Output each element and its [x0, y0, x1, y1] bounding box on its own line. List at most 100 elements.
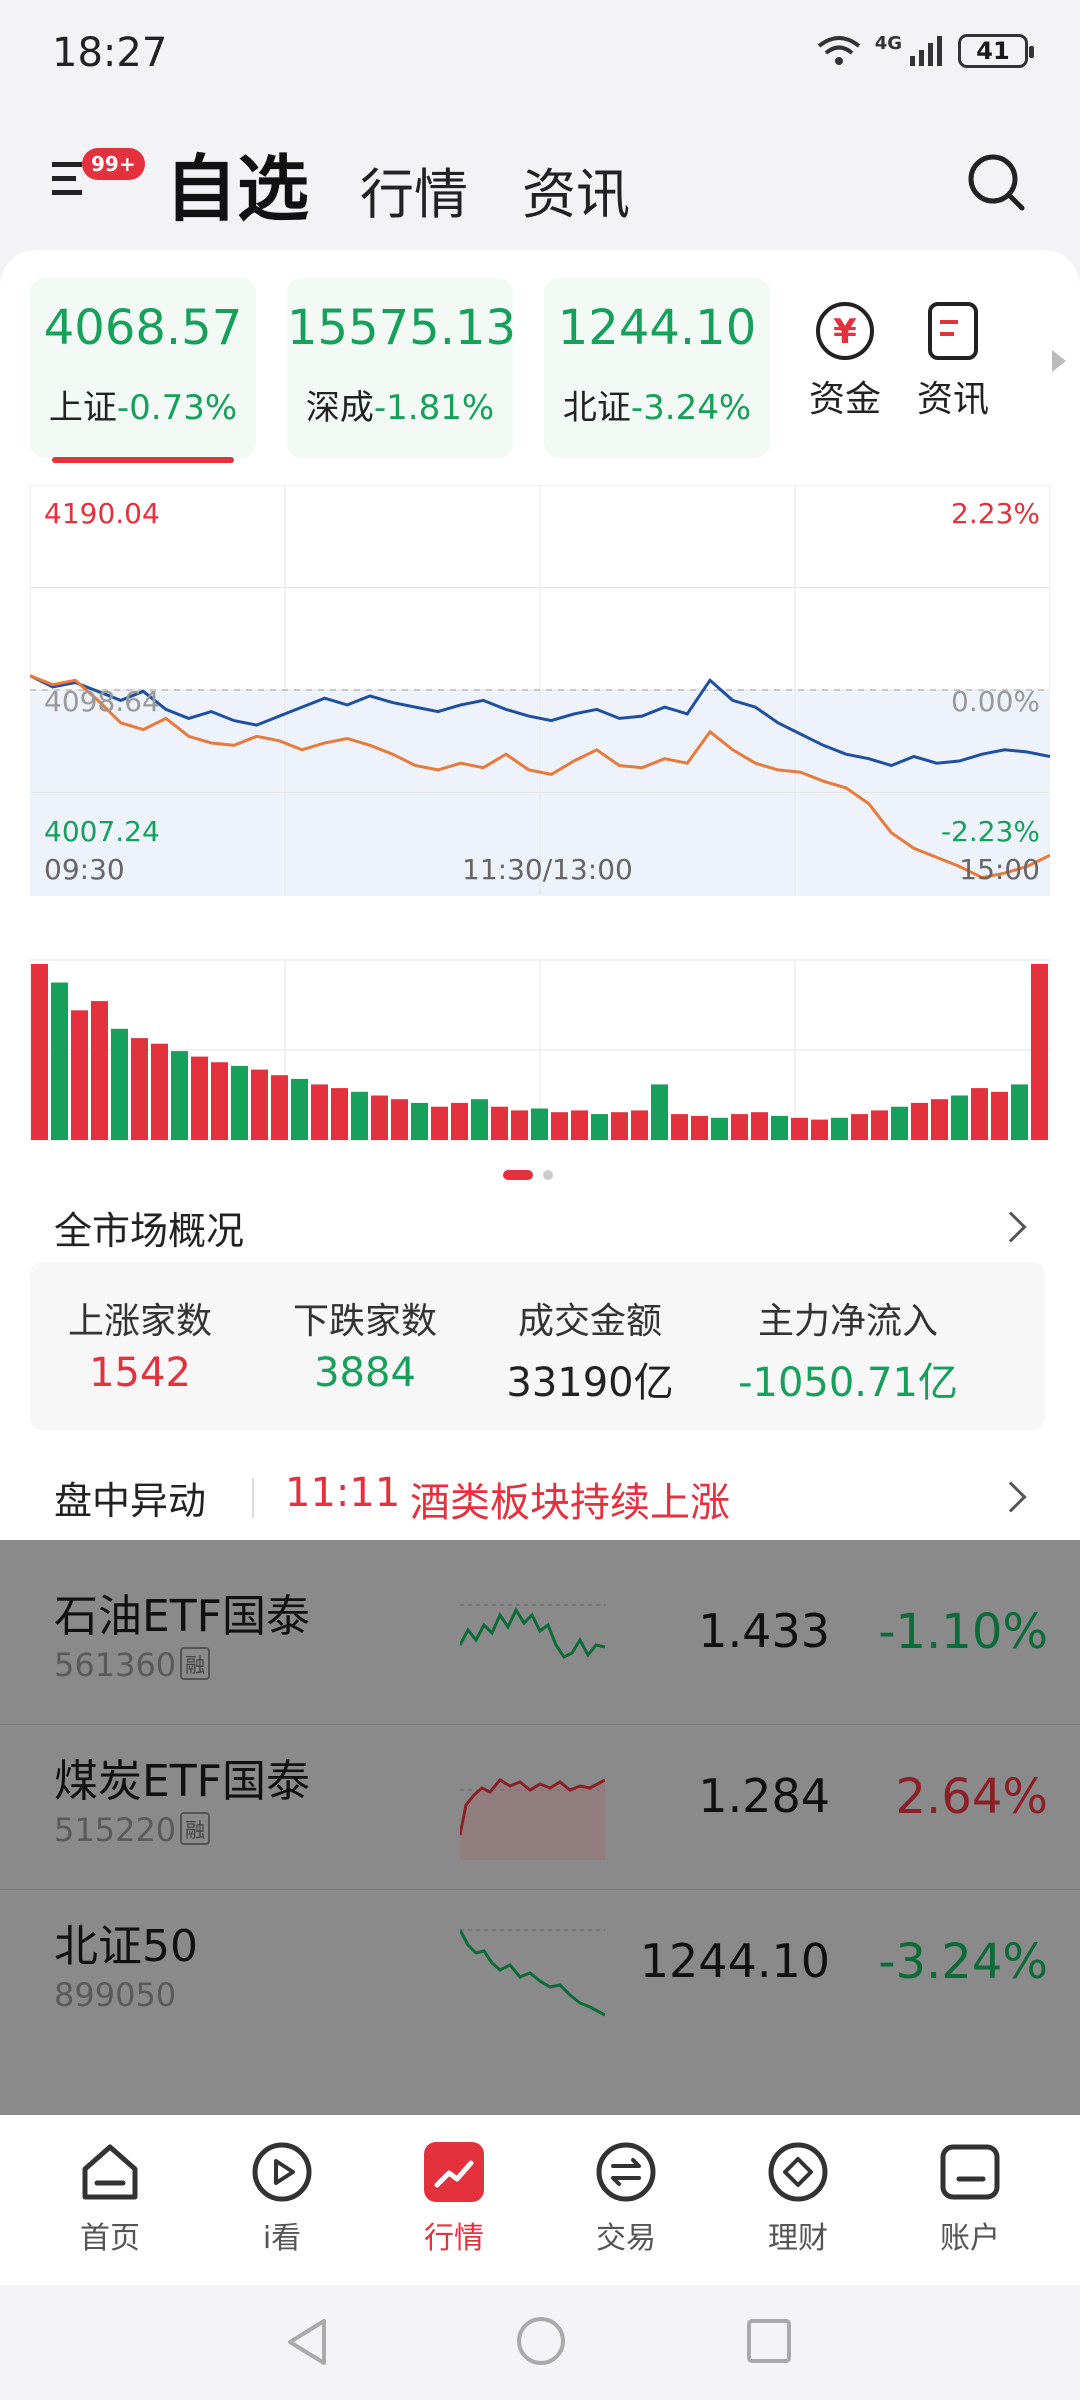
tab-watchlist[interactable]: 自选 [165, 130, 309, 235]
alert-text: 酒类板块持续上涨 [410, 1480, 730, 1526]
volume-bar [731, 1114, 748, 1140]
volume-bar [351, 1091, 368, 1140]
search-icon[interactable] [964, 150, 1028, 214]
watchlist-row[interactable]: 石油ETF国泰 561360 融 1.433 -1.10% [0, 1560, 1080, 1725]
volume-bar [771, 1115, 788, 1140]
home-circle-icon[interactable] [515, 2315, 567, 2367]
volume-bar [411, 1102, 428, 1140]
sparkline [460, 1604, 605, 1659]
nav-label: i看 [262, 2221, 302, 2256]
quick-link-news[interactable]: 资讯 [903, 300, 1003, 422]
security-price: 1244.10 [639, 1934, 830, 1988]
quick-link-label: 资讯 [916, 379, 989, 420]
volume-bar [51, 982, 68, 1140]
stat-value: -1050.71亿 [738, 1360, 958, 1406]
news-icon [928, 302, 978, 360]
volume-bar [251, 1069, 268, 1140]
status-time: 18:27 [52, 30, 168, 76]
tab-market[interactable]: 行情 [360, 150, 468, 229]
security-name: 石油ETF国泰 [54, 1591, 310, 1642]
volume-bar [751, 1112, 768, 1140]
security-change: 2.64% [895, 1769, 1048, 1825]
security-price: 1.433 [698, 1604, 830, 1658]
stat-advancers: 上涨家数 1542 [20, 1292, 260, 1396]
security-price: 1.284 [698, 1769, 830, 1823]
margin-tag: 融 [180, 1812, 211, 1845]
finance-icon [768, 2142, 828, 2202]
sparkline [460, 1929, 605, 2017]
volume-bar [691, 1115, 708, 1140]
market-card: 4068.57 上证-0.73% 15575.13 深成-1.81% 1244.… [0, 250, 1080, 1575]
overview-title[interactable]: 全市场概况 [54, 1200, 244, 1255]
market-icon [424, 2142, 484, 2202]
nav-label: 账户 [940, 2221, 1000, 2256]
home-icon [82, 2144, 138, 2200]
back-icon[interactable] [282, 2315, 332, 2369]
recents-icon[interactable] [745, 2317, 793, 2365]
security-code: 899050 [54, 1976, 177, 2014]
yuan-icon: ¥ [816, 302, 874, 360]
volume-bar [911, 1102, 928, 1140]
volume-bar [451, 1102, 468, 1140]
alert-label: 盘中异动 [54, 1479, 207, 1523]
volume-bar [891, 1106, 908, 1140]
watchlist-row[interactable]: 北证50 899050 1244.10 -3.24% [0, 1890, 1080, 2055]
nav-trade[interactable]: 交易 [566, 2139, 686, 2257]
volume-bar [591, 1114, 608, 1140]
battery-indicator: 41 [958, 34, 1034, 68]
chart-mid-label: 4098.64 [44, 685, 160, 718]
index-tile-shanghai[interactable]: 4068.57 上证-0.73% [30, 278, 256, 458]
nav-label: 首页 [80, 2221, 140, 2256]
nav-home[interactable]: 首页 [50, 2139, 170, 2257]
watchlist-row[interactable]: 煤炭ETF国泰 515220 融 1.284 2.64% [0, 1725, 1080, 1890]
volume-bar [1031, 964, 1048, 1140]
chart-x-label-close: 15:00 [959, 853, 1040, 886]
volume-bar [791, 1117, 808, 1140]
market-stats: 上涨家数 1542 下跌家数 3884 成交金额 33190亿 主力净流入 -1… [30, 1262, 1045, 1430]
chart-high-pct: 2.23% [951, 497, 1040, 530]
nav-market[interactable]: 行情 [394, 2139, 514, 2257]
security-change: -3.24% [878, 1934, 1048, 1990]
volume-bar [831, 1117, 848, 1140]
volume-bar [191, 1056, 208, 1140]
volume-bar [431, 1106, 448, 1140]
index-tile-beijing[interactable]: 1244.10 北证-3.24% [544, 278, 770, 458]
selected-index-indicator [52, 457, 234, 463]
system-nav-bar [0, 2285, 1080, 2400]
alert-time: 11:11 [285, 1470, 401, 1516]
volume-bar [991, 1091, 1008, 1140]
volume-bar [631, 1110, 648, 1140]
volume-bar [671, 1114, 688, 1140]
index-name: 上证 [48, 388, 117, 428]
quick-link-funds[interactable]: ¥ 资金 [795, 300, 895, 422]
alert-divider [252, 1478, 254, 1518]
nav-account[interactable]: 账户 [910, 2139, 1030, 2257]
volume-bar [211, 1062, 228, 1140]
scroll-right-icon[interactable] [1052, 350, 1066, 372]
volume-bar [511, 1110, 528, 1140]
trade-icon [596, 2142, 656, 2202]
volume-bar [371, 1095, 388, 1140]
nav-watch[interactable]: i看 [222, 2139, 342, 2257]
chart-x-label-mid: 11:30/13:00 [462, 853, 633, 886]
volume-bar [131, 1038, 148, 1140]
volume-bar [951, 1095, 968, 1140]
security-code: 561360 融 [54, 1646, 211, 1684]
stat-value: 1542 [89, 1350, 191, 1396]
pager-dot-active [503, 1170, 533, 1180]
chart-mid-pct: 0.00% [951, 685, 1040, 718]
volume-bar [91, 1001, 108, 1140]
chevron-right-icon[interactable] [995, 1481, 1027, 1513]
play-icon [252, 2142, 312, 2202]
security-name: 煤炭ETF国泰 [54, 1756, 310, 1807]
nav-label: 理财 [768, 2221, 828, 2256]
nav-label: 交易 [596, 2221, 656, 2256]
intraday-alert[interactable]: 盘中异动 11:11 酒类板块持续上涨 [0, 1460, 1080, 1540]
network-type: 4G [874, 32, 902, 54]
tab-news[interactable]: 资讯 [522, 150, 630, 229]
nav-finance[interactable]: 理财 [738, 2139, 858, 2257]
wifi-icon [817, 36, 860, 65]
volume-bar [611, 1112, 628, 1140]
status-bar: 18:27 4G 41 [0, 0, 1080, 115]
index-tile-shenzhen[interactable]: 15575.13 深成-1.81% [287, 278, 516, 458]
